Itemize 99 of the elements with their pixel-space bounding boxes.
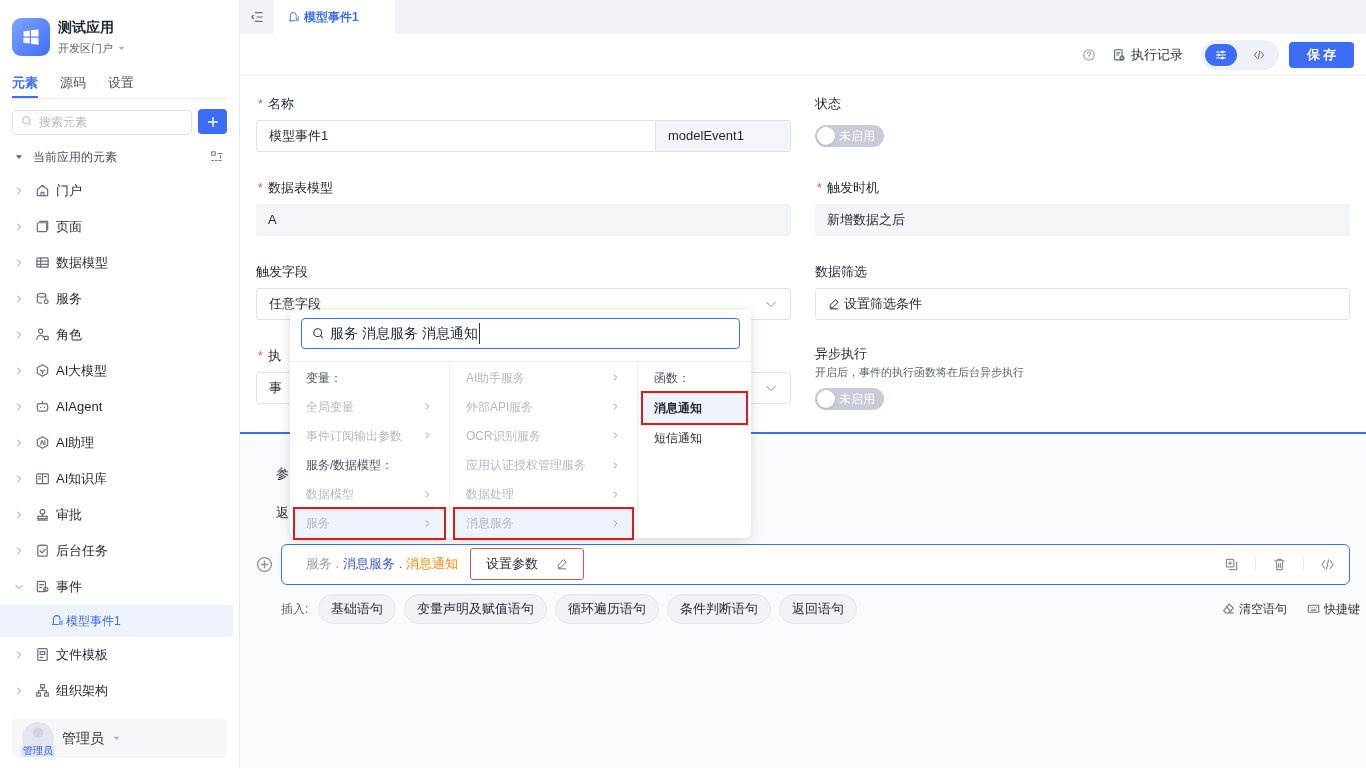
tree-item[interactable]: 门户 <box>0 172 239 209</box>
item-icon <box>35 471 50 486</box>
plus-icon <box>205 114 220 129</box>
code-icon[interactable] <box>1320 556 1335 572</box>
eraser-icon <box>1222 602 1235 615</box>
group-heading: 服务/数据模型： <box>305 457 395 475</box>
item-icon <box>35 291 50 306</box>
item-icon <box>35 183 50 198</box>
group-heading: 函数： <box>653 370 691 387</box>
item-icon <box>35 255 50 270</box>
avatar-label: 管理员 <box>21 745 55 757</box>
tree-item[interactable]: 页面 <box>0 208 239 245</box>
code-icon <box>1253 48 1265 61</box>
item-icon <box>35 363 50 378</box>
app-name: 测试应用 <box>58 18 115 36</box>
search-icon <box>21 115 33 127</box>
pencil-icon <box>828 298 840 310</box>
required-mark: * <box>258 180 263 197</box>
tree-item[interactable]: 数据模型 <box>0 244 239 281</box>
required-mark: * <box>258 96 263 113</box>
add-circle-icon[interactable] <box>256 555 273 573</box>
group-heading: 变量： <box>305 369 343 387</box>
tree-item[interactable]: 后台任务 <box>0 532 239 569</box>
filter-field[interactable]: 设置筛选条件 <box>815 288 1350 320</box>
call-path: 服务 . 消息服务 . 消息通知 <box>306 555 459 574</box>
editor-tab[interactable]: 模型事件1 <box>274 0 395 34</box>
tree-item[interactable]: 服务 <box>0 280 239 317</box>
code-name: modelEvent1 <box>655 121 790 151</box>
clear-button[interactable]: 清空语句 <box>1222 599 1287 618</box>
keyboard-icon <box>1307 602 1320 615</box>
sliders-icon <box>1215 48 1227 61</box>
tree-item[interactable]: 模型事件1 <box>0 604 233 637</box>
window-icon <box>21 27 41 48</box>
item-icon <box>35 507 50 522</box>
delete-icon[interactable] <box>1272 556 1287 572</box>
history-button[interactable]: 执行记录 <box>1112 44 1183 65</box>
copy-icon[interactable] <box>1224 556 1239 572</box>
field-label: 执 <box>267 347 281 366</box>
item-icon <box>35 579 50 594</box>
user-menu[interactable]: 管理员 管理员 <box>12 718 227 758</box>
pencil-icon <box>556 558 569 570</box>
name-field[interactable]: 模型事件1 modelEvent1 <box>256 120 791 152</box>
tree-item[interactable]: 审批 <box>0 496 239 533</box>
search-field[interactable]: 服务 消息服务 消息通知 <box>301 318 740 349</box>
tree-item[interactable]: AIAgent <box>0 388 239 425</box>
sidebar-tab[interactable]: 设置 <box>108 72 134 98</box>
field-label: 数据表模型 <box>267 179 333 198</box>
item-icon <box>35 683 50 698</box>
item-icon <box>35 647 50 662</box>
help-icon[interactable] <box>1082 47 1096 62</box>
field-hint: 开启后，事件的执行函数将在后台异步执行 <box>815 365 1025 380</box>
tree-item[interactable]: 组织架构 <box>0 672 239 709</box>
item-icon <box>35 543 50 558</box>
tree-item[interactable]: AI助理 <box>0 424 239 461</box>
field-label: 异步执行 <box>815 345 867 364</box>
form-view-button[interactable] <box>1205 43 1237 66</box>
insert-chip[interactable]: 基础语句 <box>318 593 397 624</box>
tree-item[interactable]: 文件模板 <box>0 636 239 673</box>
insert-chip[interactable]: 循环遍历语句 <box>555 593 660 624</box>
field-label: 触发时机 <box>826 179 879 198</box>
menu-item[interactable]: 短信通知 <box>643 423 746 453</box>
document-icon <box>1112 47 1126 62</box>
sidebar-tab[interactable]: 元素 <box>12 72 38 98</box>
insert-chip[interactable]: 条件判断语句 <box>667 593 772 624</box>
tree-item[interactable]: AI大模型 <box>0 352 239 389</box>
field-label: 触发字段 <box>256 263 308 282</box>
insert-chip[interactable]: 返回语句 <box>779 593 858 624</box>
item-icon <box>35 327 50 342</box>
menu-item[interactable]: 消息通知 <box>643 393 746 423</box>
tree-item[interactable]: 事件 <box>0 568 239 605</box>
insert-chip[interactable]: 变量声明及赋值语句 <box>404 593 548 624</box>
search-field[interactable]: 搜索元素 <box>12 109 192 135</box>
shortcuts-button[interactable]: 快捷键 <box>1307 599 1360 618</box>
event-icon <box>288 11 300 23</box>
field-label: 状态 <box>815 95 841 114</box>
layout-icon[interactable] <box>210 149 224 164</box>
tree-item[interactable]: 角色 <box>0 316 239 353</box>
model-field[interactable]: A <box>256 204 791 236</box>
field-label: 参 <box>276 465 289 481</box>
item-icon <box>35 219 50 234</box>
sidebar-tab[interactable]: 源码 <box>60 72 86 98</box>
insert-label: 插入: <box>281 600 309 618</box>
trigger-time-field[interactable]: 新增数据之后 <box>815 204 1350 236</box>
add-button[interactable] <box>198 109 227 134</box>
field-label: 数据筛选 <box>815 263 867 282</box>
required-mark: * <box>817 180 822 197</box>
search-icon <box>312 327 325 340</box>
section-title: 当前应用的元素 <box>33 148 118 166</box>
field-label: 名称 <box>267 95 294 114</box>
required-mark: * <box>258 348 263 365</box>
event-icon <box>51 614 64 627</box>
tree-item[interactable]: AI知识库 <box>0 460 239 497</box>
save-button[interactable]: 保 存 <box>1289 41 1354 68</box>
item-icon <box>35 399 50 414</box>
collapse-icon <box>250 10 264 24</box>
portal-dropdown[interactable]: 开发区门户 <box>58 40 126 57</box>
field-label: 返 <box>276 504 289 520</box>
set-params-button[interactable]: 设置参数 <box>470 548 585 580</box>
item-icon <box>35 435 50 450</box>
